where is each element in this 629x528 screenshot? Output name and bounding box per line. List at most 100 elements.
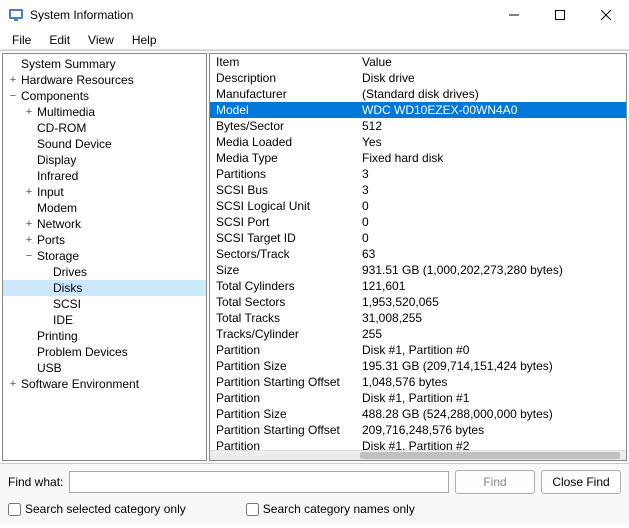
tree-item-storage[interactable]: −Storage [3, 248, 206, 264]
close-button[interactable] [583, 0, 629, 30]
detail-value: Fixed hard disk [358, 151, 626, 165]
detail-key: Partition [210, 343, 358, 357]
tree-item-scsi[interactable]: SCSI [3, 296, 206, 312]
expand-icon[interactable]: + [7, 74, 19, 86]
tree-item-label: Storage [35, 249, 79, 263]
find-button[interactable]: Find [455, 470, 535, 494]
tree-item-label: Problem Devices [35, 345, 128, 359]
detail-value: 3 [358, 183, 626, 197]
detail-key: Model [210, 103, 358, 117]
detail-value: 931.51 GB (1,000,202,273,280 bytes) [358, 263, 626, 277]
search-selected-category-checkbox[interactable]: Search selected category only [8, 502, 186, 516]
tree-item-ports[interactable]: +Ports [3, 232, 206, 248]
tree-item-label: Infrared [35, 169, 78, 183]
detail-key: Bytes/Sector [210, 119, 358, 133]
tree-item-software-environment[interactable]: +Software Environment [3, 376, 206, 392]
tree-item-problem-devices[interactable]: Problem Devices [3, 344, 206, 360]
collapse-icon[interactable]: − [7, 90, 19, 102]
tree-item-label: Network [35, 217, 81, 231]
detail-key: Partition [210, 391, 358, 405]
tree-item-label: Display [35, 153, 76, 167]
details-panel[interactable]: ItemValueDescriptionDisk driveManufactur… [209, 53, 627, 461]
detail-key: Partition Size [210, 359, 358, 373]
detail-row[interactable]: Partitions3 [210, 166, 626, 182]
detail-value: 195.31 GB (209,714,151,424 bytes) [358, 359, 626, 373]
window-buttons [491, 0, 629, 30]
tree-item-cd-rom[interactable]: CD-ROM [3, 120, 206, 136]
detail-value: Disk #1, Partition #1 [358, 391, 626, 405]
expand-icon[interactable]: + [23, 218, 35, 230]
detail-row[interactable]: Partition Size195.31 GB (209,714,151,424… [210, 358, 626, 374]
details-header[interactable]: ItemValue [210, 54, 626, 70]
find-bar: Find what: Find Close Find Search select… [0, 463, 629, 525]
tree-item-drives[interactable]: Drives [3, 264, 206, 280]
menu-help[interactable]: Help [124, 31, 165, 49]
detail-row[interactable]: Size931.51 GB (1,000,202,273,280 bytes) [210, 262, 626, 278]
detail-row[interactable]: Partition Starting Offset209,716,248,576… [210, 422, 626, 438]
detail-row[interactable]: Tracks/Cylinder255 [210, 326, 626, 342]
detail-row[interactable]: Media LoadedYes [210, 134, 626, 150]
horizontal-scrollbar[interactable] [210, 450, 626, 460]
detail-row[interactable]: PartitionDisk #1, Partition #0 [210, 342, 626, 358]
tree-item-label: CD-ROM [35, 121, 86, 135]
tree-item-network[interactable]: +Network [3, 216, 206, 232]
column-header-item[interactable]: Item [210, 55, 358, 69]
category-tree[interactable]: System Summary+Hardware Resources−Compon… [2, 53, 207, 461]
menu-view[interactable]: View [80, 31, 122, 49]
detail-key: SCSI Logical Unit [210, 199, 358, 213]
search-category-names-label: Search category names only [263, 502, 415, 516]
collapse-icon[interactable]: − [23, 250, 35, 262]
tree-item-display[interactable]: Display [3, 152, 206, 168]
search-selected-category-label: Search selected category only [25, 502, 186, 516]
detail-row[interactable]: Media TypeFixed hard disk [210, 150, 626, 166]
detail-key: Partition Size [210, 407, 358, 421]
detail-row[interactable]: Manufacturer(Standard disk drives) [210, 86, 626, 102]
find-input[interactable] [69, 471, 449, 493]
menu-file[interactable]: File [4, 31, 39, 49]
close-find-button[interactable]: Close Find [541, 470, 621, 494]
column-header-value[interactable]: Value [358, 55, 626, 69]
detail-row[interactable]: SCSI Port0 [210, 214, 626, 230]
expand-icon[interactable]: + [23, 234, 35, 246]
main-area: System Summary+Hardware Resources−Compon… [0, 50, 629, 463]
detail-row[interactable]: PartitionDisk #1, Partition #1 [210, 390, 626, 406]
search-category-names-checkbox[interactable]: Search category names only [246, 502, 415, 516]
find-label: Find what: [8, 475, 63, 489]
tree-item-disks[interactable]: Disks [3, 280, 206, 296]
detail-row[interactable]: Bytes/Sector512 [210, 118, 626, 134]
expand-icon[interactable]: + [7, 378, 19, 390]
expand-icon[interactable]: + [23, 186, 35, 198]
tree-item-infrared[interactable]: Infrared [3, 168, 206, 184]
tree-item-label: Input [35, 185, 64, 199]
tree-item-hardware-resources[interactable]: +Hardware Resources [3, 72, 206, 88]
tree-item-label: Software Environment [19, 377, 139, 391]
expand-icon[interactable]: + [23, 106, 35, 118]
detail-row[interactable]: Partition Starting Offset1,048,576 bytes [210, 374, 626, 390]
detail-row[interactable]: Sectors/Track63 [210, 246, 626, 262]
detail-row[interactable]: SCSI Bus3 [210, 182, 626, 198]
tree-item-sound-device[interactable]: Sound Device [3, 136, 206, 152]
detail-row[interactable]: Partition Size488.28 GB (524,288,000,000… [210, 406, 626, 422]
tree-item-modem[interactable]: Modem [3, 200, 206, 216]
tree-item-printing[interactable]: Printing [3, 328, 206, 344]
tree-item-ide[interactable]: IDE [3, 312, 206, 328]
tree-item-label: Hardware Resources [19, 73, 134, 87]
tree-item-system-summary[interactable]: System Summary [3, 56, 206, 72]
tree-item-label: Multimedia [35, 105, 95, 119]
detail-row[interactable]: SCSI Logical Unit0 [210, 198, 626, 214]
detail-key: Media Type [210, 151, 358, 165]
menu-edit[interactable]: Edit [41, 31, 78, 49]
detail-row[interactable]: Total Cylinders121,601 [210, 278, 626, 294]
detail-value: 0 [358, 215, 626, 229]
tree-item-usb[interactable]: USB [3, 360, 206, 376]
tree-item-input[interactable]: +Input [3, 184, 206, 200]
detail-row[interactable]: SCSI Target ID0 [210, 230, 626, 246]
maximize-button[interactable] [537, 0, 583, 30]
minimize-button[interactable] [491, 0, 537, 30]
detail-row[interactable]: ModelWDC WD10EZEX-00WN4A0 [210, 102, 626, 118]
tree-item-multimedia[interactable]: +Multimedia [3, 104, 206, 120]
detail-row[interactable]: Total Tracks31,008,255 [210, 310, 626, 326]
detail-row[interactable]: DescriptionDisk drive [210, 70, 626, 86]
tree-item-components[interactable]: −Components [3, 88, 206, 104]
detail-row[interactable]: Total Sectors1,953,520,065 [210, 294, 626, 310]
